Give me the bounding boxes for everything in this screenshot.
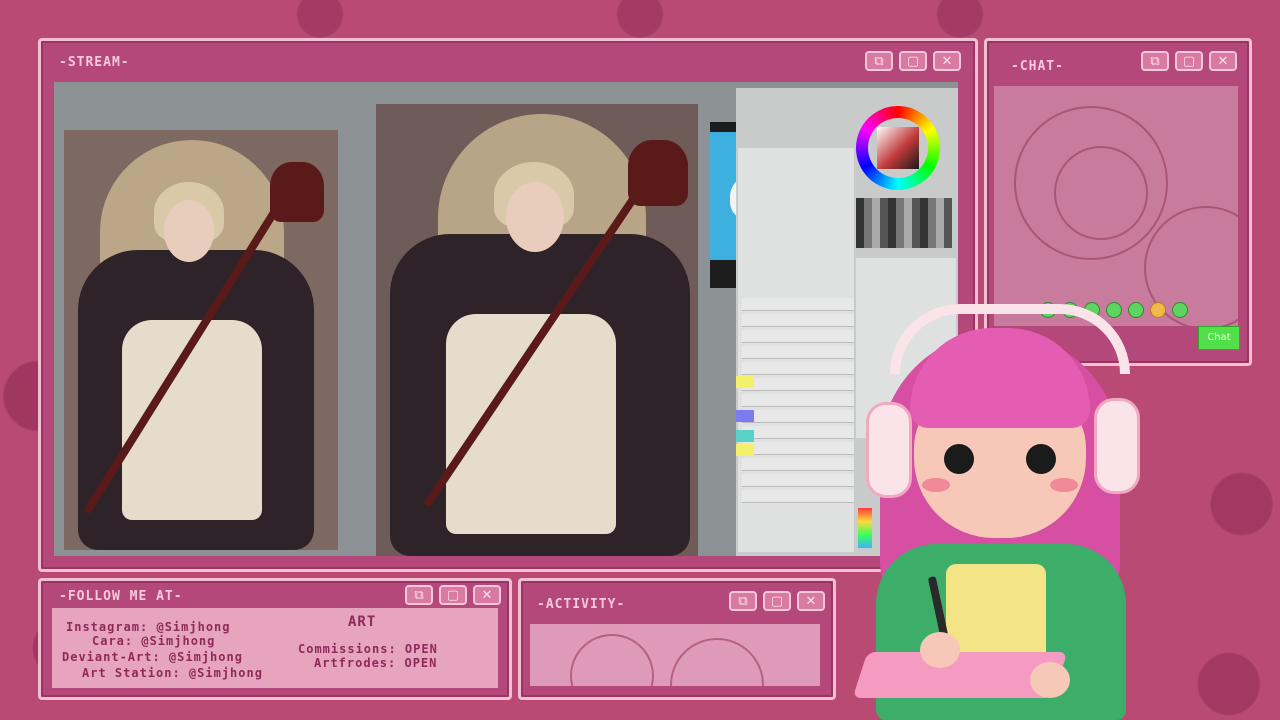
artwork-canvas-left — [64, 130, 338, 550]
staff-head — [628, 140, 688, 206]
restore-icon[interactable]: ⧉ — [865, 51, 893, 71]
social-artstation: Art Station: @Simjhong — [82, 666, 263, 680]
close-icon[interactable]: ✕ — [1209, 51, 1237, 71]
layer-color-chip — [736, 430, 754, 442]
layer-color-chip — [736, 376, 754, 388]
close-icon[interactable]: ✕ — [933, 51, 961, 71]
color-picker-square[interactable] — [877, 127, 919, 169]
stream-screen — [54, 82, 958, 556]
avatar-right-eye — [1026, 444, 1056, 474]
staff-head — [270, 162, 324, 222]
follow-panel-title: -FOLLOW ME AT- — [59, 589, 183, 604]
layer-row[interactable] — [742, 458, 854, 471]
chat-window-controls: ⧉ ▢ ✕ — [1141, 51, 1237, 71]
social-cara: Cara: @Simjhong — [92, 634, 216, 648]
maximize-icon[interactable]: ▢ — [1175, 51, 1203, 71]
chat-message-area — [994, 86, 1238, 326]
emote-icon[interactable] — [1172, 302, 1188, 318]
color-swatches[interactable] — [856, 198, 952, 248]
figure-face — [506, 182, 564, 252]
avatar-right-blush — [1050, 478, 1078, 492]
close-icon[interactable]: ✕ — [473, 585, 501, 605]
activity-panel-title: -ACTIVITY- — [537, 597, 626, 612]
follow-heading: ART — [348, 614, 377, 630]
artfrodes-status: Artfrodes: OPEN — [314, 656, 438, 670]
avatar-left-eye — [944, 444, 974, 474]
stream-window-controls: ⧉ ▢ ✕ — [865, 51, 961, 71]
stream-panel-title: -STREAM- — [59, 55, 130, 70]
layer-row[interactable] — [742, 490, 854, 503]
rose-decoration — [670, 638, 764, 686]
activity-window-controls: ⧉ ▢ ✕ — [729, 591, 825, 611]
layer-row[interactable] — [742, 298, 854, 311]
maximize-icon[interactable]: ▢ — [899, 51, 927, 71]
maximize-icon[interactable]: ▢ — [439, 585, 467, 605]
chat-panel-title: -CHAT- — [1011, 59, 1064, 74]
headphone-band — [890, 304, 1130, 374]
peony-decoration — [1054, 146, 1148, 240]
layer-row[interactable] — [742, 442, 854, 455]
layer-row[interactable] — [742, 474, 854, 487]
avatar-left-blush — [922, 478, 950, 492]
layer-row[interactable] — [742, 426, 854, 439]
emote-icon[interactable] — [1150, 302, 1166, 318]
social-instagram: Instagram: @Simjhong — [66, 620, 231, 634]
headphone-right-icon — [1094, 398, 1140, 494]
maximize-icon[interactable]: ▢ — [763, 591, 791, 611]
figure-face — [164, 200, 214, 262]
color-wheel-inner — [868, 118, 928, 178]
rose-decoration — [570, 634, 654, 686]
headphone-left-icon — [866, 402, 912, 498]
layer-color-chip — [736, 444, 754, 456]
layer-row[interactable] — [742, 314, 854, 327]
layer-row[interactable] — [742, 394, 854, 407]
layer-row[interactable] — [742, 362, 854, 375]
layer-row[interactable] — [742, 410, 854, 423]
layer-row[interactable] — [742, 330, 854, 343]
avatar-shirt — [946, 564, 1046, 664]
commissions-status: Commissions: OPEN — [298, 642, 438, 656]
restore-icon[interactable]: ⧉ — [1141, 51, 1169, 71]
follow-window-controls: ⧉ ▢ ✕ — [405, 585, 501, 605]
social-deviantart: Deviant-Art: @Simjhong — [62, 650, 243, 664]
close-icon[interactable]: ✕ — [797, 591, 825, 611]
avatar-right-hand — [1030, 662, 1070, 698]
layer-color-chip — [736, 410, 754, 422]
layer-row[interactable] — [742, 346, 854, 359]
follow-content: ART Instagram: @Simjhong Cara: @Simjhong… — [52, 608, 498, 688]
activity-content — [530, 624, 820, 686]
vtuber-avatar — [850, 302, 1140, 720]
restore-icon[interactable]: ⧉ — [729, 591, 757, 611]
artwork-canvas-main — [376, 104, 698, 556]
layer-row[interactable] — [742, 378, 854, 391]
chat-send-button[interactable]: Chat — [1198, 326, 1240, 350]
restore-icon[interactable]: ⧉ — [405, 585, 433, 605]
avatar-left-hand — [920, 632, 960, 668]
color-wheel[interactable] — [856, 106, 940, 190]
